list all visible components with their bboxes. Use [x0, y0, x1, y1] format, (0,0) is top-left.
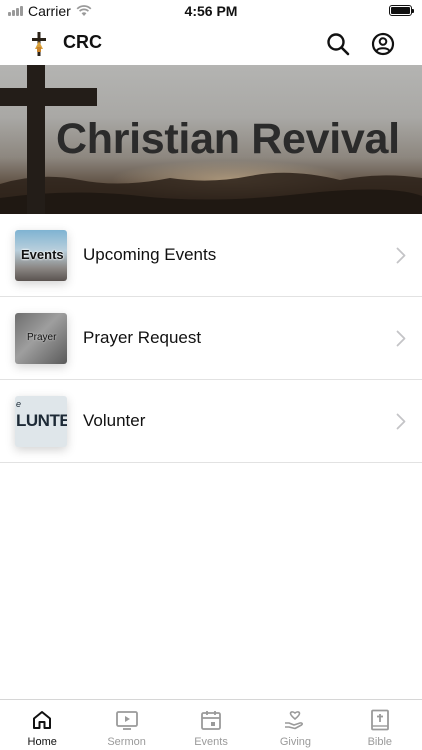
menu-list: Events Upcoming Events Prayer Prayer Req… [0, 214, 422, 463]
app-header: CRC [0, 24, 422, 64]
hero-banner: Christian Revival [0, 65, 422, 214]
volunteer-thumbnail-subtext: e [16, 399, 22, 409]
giving-hand-icon [285, 711, 304, 730]
calendar-icon [201, 711, 221, 730]
battery-icon [389, 5, 414, 16]
hero-title: Christian Revival [56, 115, 400, 163]
tab-label: Sermon [107, 736, 146, 748]
tab-bar: Home Sermon Events Giving Bible [0, 699, 422, 750]
chevron-right-icon [396, 330, 406, 347]
chevron-right-icon [396, 247, 406, 264]
volunteer-thumbnail-text: LUNTEE [16, 411, 67, 430]
menu-item-label: Upcoming Events [83, 245, 217, 264]
events-thumbnail-text: Events [21, 247, 64, 262]
chevron-right-icon [396, 413, 406, 430]
tab-label: Home [27, 736, 57, 748]
prayer-thumbnail-text: Prayer [27, 332, 57, 343]
home-icon [33, 711, 52, 729]
account-icon [371, 32, 395, 56]
battery-level [391, 7, 410, 14]
cross-logo-icon[interactable] [26, 30, 52, 58]
events-thumbnail: Events [15, 230, 67, 281]
tab-events[interactable]: Events [169, 700, 253, 750]
app-title: CRC [63, 32, 102, 52]
tab-label: Bible [367, 736, 393, 748]
clock: 4:56 PM [184, 3, 238, 19]
search-button[interactable] [324, 30, 352, 58]
tab-label: Giving [279, 736, 312, 748]
tab-home[interactable]: Home [0, 700, 84, 750]
menu-item-label: Prayer Request [83, 328, 202, 347]
tab-sermon[interactable]: Sermon [84, 700, 168, 750]
search-icon [327, 33, 350, 56]
prayer-thumbnail: Prayer [15, 313, 67, 364]
account-button[interactable] [369, 30, 397, 58]
status-bar: Carrier 4:56 PM [0, 0, 422, 22]
menu-item-label: Volunter [83, 411, 146, 430]
tab-bible[interactable]: Bible [338, 700, 422, 750]
tab-giving[interactable]: Giving [253, 700, 337, 750]
bible-icon [370, 709, 389, 731]
menu-item-upcoming-events[interactable]: Events Upcoming Events [0, 214, 422, 297]
menu-item-volunteer[interactable]: e LUNTEE Volunter [0, 380, 422, 463]
tv-play-icon [115, 711, 138, 730]
volunteer-thumbnail: e LUNTEE [15, 396, 67, 447]
menu-item-prayer-request[interactable]: Prayer Prayer Request [0, 297, 422, 380]
tab-label: Events [194, 736, 228, 748]
